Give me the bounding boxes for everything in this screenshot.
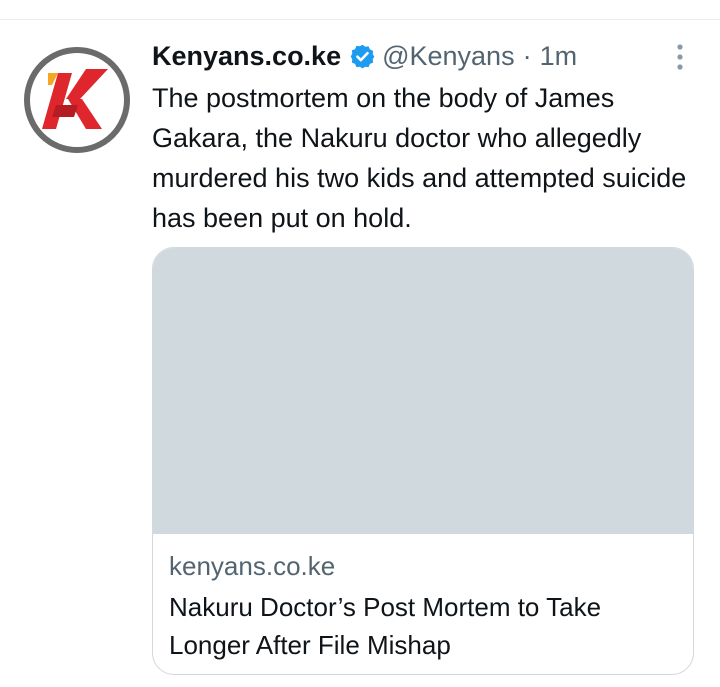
- timestamp[interactable]: 1m: [540, 41, 578, 72]
- top-divider: [0, 19, 720, 20]
- link-card[interactable]: kenyans.co.ke Nakuru Doctor’s Post Morte…: [152, 247, 694, 675]
- verified-badge-icon: [349, 43, 376, 70]
- more-vertical-icon[interactable]: [670, 42, 690, 72]
- card-title: Nakuru Doctor’s Post Mortem to Take Long…: [169, 592, 602, 660]
- avatar[interactable]: [22, 45, 132, 155]
- tweet-text: The postmortem on the body of James Gaka…: [152, 83, 687, 233]
- kenyans-logo-icon: [24, 47, 130, 153]
- user-handle[interactable]: @Kenyans: [382, 41, 514, 72]
- display-name[interactable]: Kenyans.co.ke: [152, 41, 341, 72]
- card-domain: kenyans.co.ke: [169, 551, 336, 581]
- tweet-header: Kenyans.co.ke @Kenyans · 1m: [152, 38, 577, 74]
- card-image[interactable]: [153, 248, 693, 534]
- header-separator: ·: [522, 40, 532, 71]
